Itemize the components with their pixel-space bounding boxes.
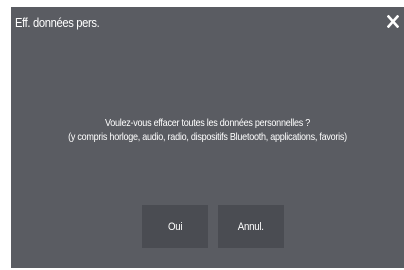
cancel-button-label: Annul. [238,220,264,233]
delete-personal-data-dialog: Eff. données pers. Voulez-vous effacer t… [11,7,404,268]
screen: Eff. données pers. Voulez-vous effacer t… [0,0,404,270]
dialog-message: Voulez-vous effacer toutes les données p… [11,116,404,144]
message-question: Voulez-vous effacer toutes les données p… [104,117,311,129]
dialog-title: Eff. données pers. [15,15,100,30]
message-details: (y compris horloge, audio, radio, dispos… [68,131,347,143]
yes-button-label: Oui [167,220,183,233]
cancel-button[interactable]: Annul. [218,205,284,248]
close-button[interactable] [384,11,402,31]
close-icon [387,14,399,28]
yes-button[interactable]: Oui [142,205,208,248]
